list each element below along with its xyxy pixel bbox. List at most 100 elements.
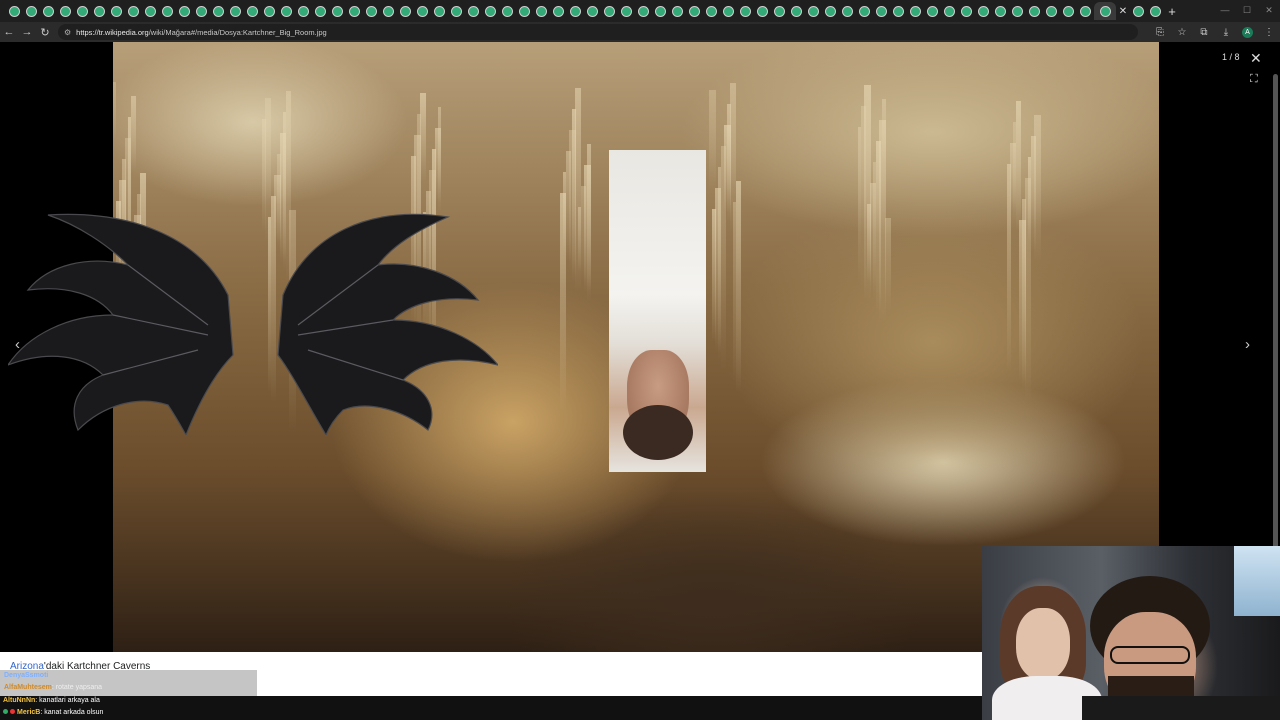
browser-tab[interactable]: [550, 2, 567, 20]
bat-wings-image[interactable]: [8, 205, 498, 435]
fullscreen-icon[interactable]: ⛶: [1250, 73, 1258, 86]
browser-tab[interactable]: [992, 2, 1009, 20]
maximize-icon[interactable]: ☐: [1236, 0, 1258, 22]
browser-tab[interactable]: [754, 2, 771, 20]
browser-tab[interactable]: [1043, 2, 1060, 20]
forward-icon[interactable]: →: [18, 26, 36, 38]
chat-message: : rotate yapsana: [51, 684, 103, 691]
browser-tab[interactable]: [193, 2, 210, 20]
browser-tab[interactable]: [516, 2, 533, 20]
browser-tab[interactable]: [941, 2, 958, 20]
address-bar[interactable]: ⚙ https://tr.wikipedia.org/wiki/Mağara#/…: [58, 24, 1138, 40]
pasted-selfie-image[interactable]: [609, 150, 706, 472]
tab-favicon-icon: [825, 5, 836, 17]
browser-tab[interactable]: [1026, 2, 1043, 20]
tab-favicon-icon: [9, 5, 20, 17]
browser-tab[interactable]: [533, 2, 550, 20]
next-image-icon[interactable]: ›: [1245, 336, 1250, 353]
browser-tab[interactable]: [890, 2, 907, 20]
browser-tab[interactable]: [1130, 2, 1147, 20]
browser-tab[interactable]: [652, 2, 669, 20]
browser-tab[interactable]: [57, 2, 74, 20]
browser-tab[interactable]: [329, 2, 346, 20]
browser-tab[interactable]: [567, 2, 584, 20]
browser-tab[interactable]: [142, 2, 159, 20]
tab-favicon-icon: [434, 5, 445, 17]
browser-tab[interactable]: [873, 2, 890, 20]
browser-tab[interactable]: [448, 2, 465, 20]
browser-tab[interactable]: [805, 2, 822, 20]
browser-tab[interactable]: [23, 2, 40, 20]
menu-kebab-icon[interactable]: ⋮: [1258, 27, 1280, 38]
browser-tab[interactable]: [1060, 2, 1077, 20]
viewer-close-icon[interactable]: ✕: [1250, 50, 1262, 67]
browser-tab[interactable]: [346, 2, 363, 20]
browser-tab[interactable]: [227, 2, 244, 20]
browser-tab[interactable]: [856, 2, 873, 20]
browser-tab[interactable]: [380, 2, 397, 20]
browser-tab[interactable]: [669, 2, 686, 20]
tab-favicon-icon: [1046, 5, 1057, 17]
window-close-icon[interactable]: ✕: [1258, 0, 1280, 22]
browser-tab[interactable]: [584, 2, 601, 20]
browser-tab[interactable]: [737, 2, 754, 20]
tab-favicon-icon: [1099, 5, 1111, 17]
browser-tab[interactable]: [958, 2, 975, 20]
browser-tab[interactable]: [261, 2, 278, 20]
browser-tab[interactable]: [601, 2, 618, 20]
browser-tab[interactable]: [125, 2, 142, 20]
browser-tab[interactable]: [788, 2, 805, 20]
browser-tab[interactable]: [1009, 2, 1026, 20]
reload-icon[interactable]: ↻: [36, 26, 54, 39]
browser-tab[interactable]: [499, 2, 516, 20]
browser-tab[interactable]: [703, 2, 720, 20]
browser-tab[interactable]: [363, 2, 380, 20]
browser-tab[interactable]: [975, 2, 992, 20]
browser-tab[interactable]: [1147, 2, 1164, 20]
browser-tab[interactable]: [720, 2, 737, 20]
browser-tab[interactable]: [74, 2, 91, 20]
browser-tab[interactable]: [771, 2, 788, 20]
bookmark-star-icon[interactable]: ☆: [1171, 27, 1193, 38]
profile-avatar[interactable]: A: [1242, 26, 1253, 38]
browser-tab[interactable]: [176, 2, 193, 20]
tab-favicon-icon: [655, 5, 666, 17]
browser-tab[interactable]: [924, 2, 941, 20]
minimize-icon[interactable]: —: [1214, 0, 1236, 22]
browser-tab[interactable]: [6, 2, 23, 20]
browser-tab[interactable]: [312, 2, 329, 20]
previous-image-icon[interactable]: ‹: [15, 336, 20, 353]
download-icon[interactable]: ⤓: [1215, 27, 1237, 38]
browser-tab[interactable]: [907, 2, 924, 20]
browser-tab[interactable]: [278, 2, 295, 20]
webcam-person-right-shirt: [1082, 696, 1280, 720]
tab-favicon-icon: [1080, 5, 1091, 17]
tab-favicon-icon: [43, 5, 54, 17]
browser-tab[interactable]: [482, 2, 499, 20]
tab-favicon-icon: [604, 5, 615, 17]
browser-tab[interactable]: [635, 2, 652, 20]
browser-tab[interactable]: [40, 2, 57, 20]
browser-tab[interactable]: [414, 2, 431, 20]
browser-tab[interactable]: [618, 2, 635, 20]
browser-tab[interactable]: [1077, 2, 1094, 20]
browser-tab[interactable]: [210, 2, 227, 20]
browser-tab[interactable]: [159, 2, 176, 20]
browser-tab[interactable]: [397, 2, 414, 20]
browser-tab[interactable]: [431, 2, 448, 20]
browser-tab[interactable]: [108, 2, 125, 20]
browser-tab[interactable]: [839, 2, 856, 20]
extensions-icon[interactable]: ⧉: [1193, 27, 1215, 38]
translate-icon[interactable]: ⎘: [1149, 27, 1171, 38]
browser-tab[interactable]: [1094, 2, 1116, 20]
browser-tab[interactable]: [686, 2, 703, 20]
browser-tab[interactable]: [295, 2, 312, 20]
new-tab-icon[interactable]: +: [1164, 4, 1180, 19]
browser-tab[interactable]: [465, 2, 482, 20]
browser-tab[interactable]: [822, 2, 839, 20]
browser-tab[interactable]: [91, 2, 108, 20]
browser-tab[interactable]: [244, 2, 261, 20]
site-info-icon[interactable]: ⚙: [64, 28, 71, 37]
tab-close-icon[interactable]: ✕: [1116, 6, 1130, 17]
back-icon[interactable]: ←: [0, 26, 18, 38]
